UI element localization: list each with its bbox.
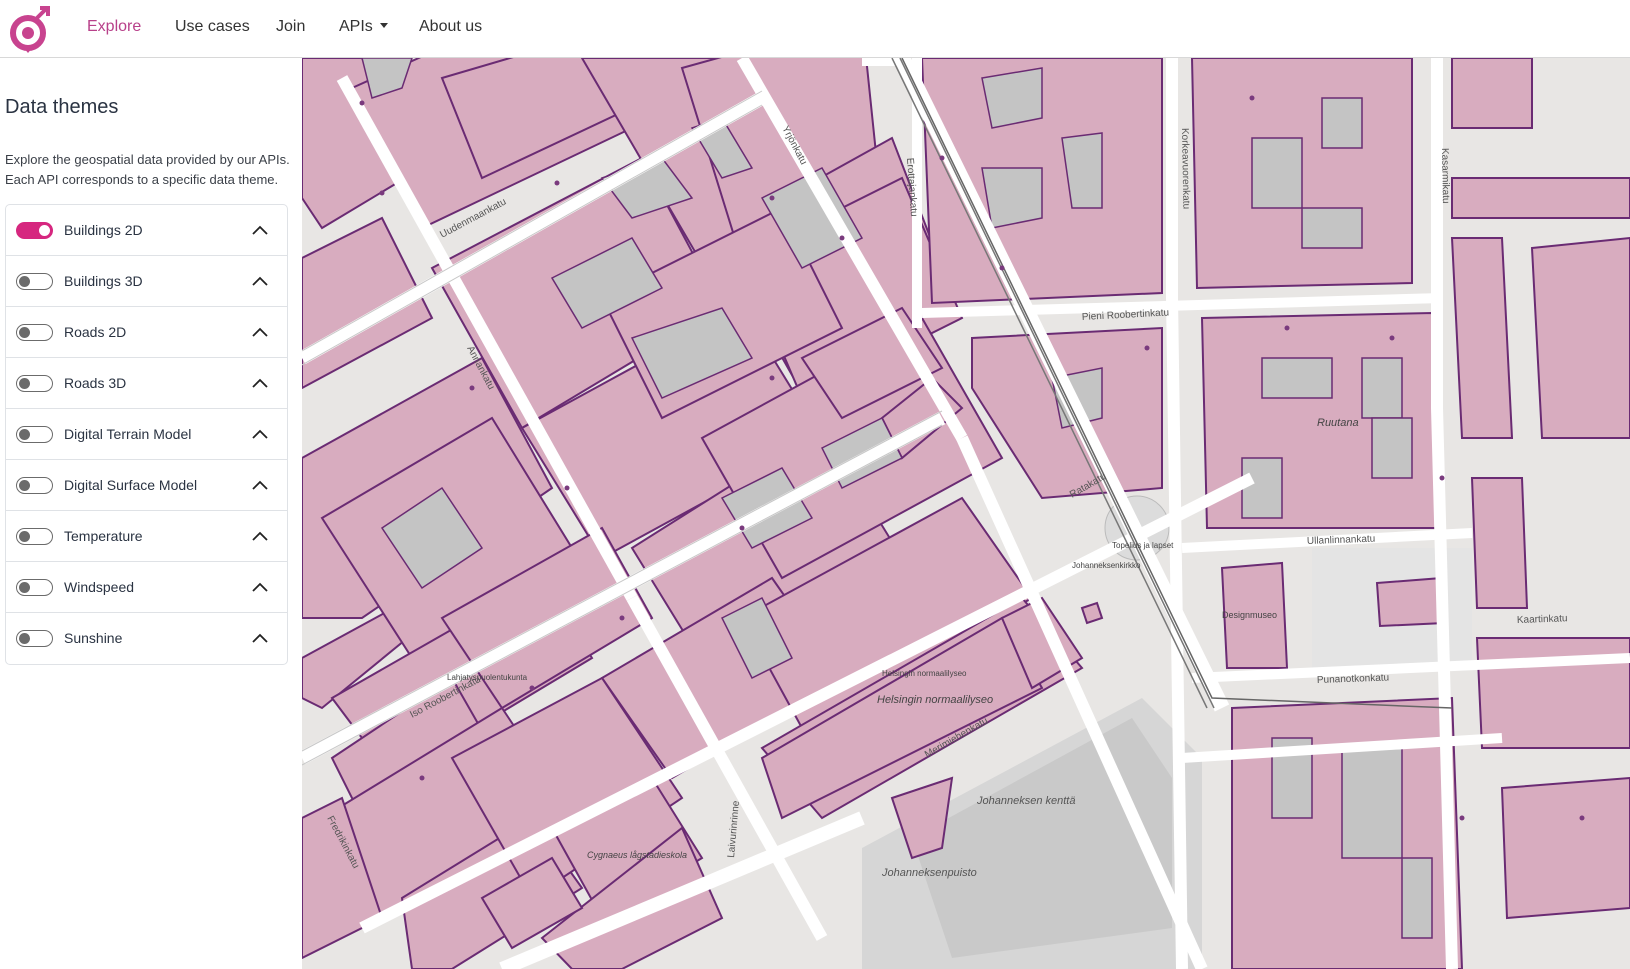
toggle-knob: [19, 632, 30, 644]
nav-explore[interactable]: Explore: [87, 18, 141, 36]
place-label-johanneksenpuisto: Johanneksenpuisto: [881, 867, 977, 879]
toggle-switch[interactable]: [16, 579, 53, 596]
chevron-up-icon[interactable]: [250, 478, 270, 492]
chevron-up-icon[interactable]: [250, 274, 270, 288]
toggle-switch[interactable]: [16, 477, 53, 494]
theme-temperature[interactable]: Temperature: [6, 511, 287, 562]
map-canvas[interactable]: Uudenmaankatu Iso Roobertinkatu Annankat…: [302, 58, 1630, 969]
nav-apis[interactable]: APIs: [339, 18, 388, 36]
theme-sunshine[interactable]: Sunshine: [6, 613, 287, 664]
theme-label: Digital Surface Model: [64, 477, 198, 493]
place-label-lahjatyspuolentukunta: Lahjatyspuolentukunta: [447, 673, 528, 682]
place-label-johanneksenkirkko: Johanneksenkirkko: [1072, 561, 1141, 570]
toggle-knob: [19, 530, 30, 542]
toggle-knob: [19, 581, 30, 593]
top-navbar: Explore Use cases Join APIs About us: [0, 0, 1630, 58]
place-label-cygnaeus: Cygnaeus lågstadieskola: [587, 850, 687, 860]
street-label-korkeavuorenkatu: Korkeavuorenkatu: [1179, 128, 1191, 209]
theme-label: Buildings 3D: [64, 273, 143, 289]
theme-label: Sunshine: [64, 630, 123, 646]
theme-digital-terrain-model[interactable]: Digital Terrain Model: [6, 409, 287, 460]
chevron-up-icon[interactable]: [250, 376, 270, 390]
theme-list: Buildings 2D Buildings 3D Roads 2D Roads…: [5, 204, 288, 665]
toggle-switch[interactable]: [16, 222, 53, 239]
theme-label: Temperature: [64, 528, 143, 544]
place-label-designmuseo: Designmuseo: [1222, 610, 1277, 620]
place-label-johanneksen-kentta: Johanneksen kenttä: [976, 795, 1075, 807]
toggle-switch[interactable]: [16, 273, 53, 290]
place-label-topelius: Topelius ja lapset: [1112, 541, 1174, 550]
chevron-up-icon[interactable]: [250, 223, 270, 237]
nav-use-cases[interactable]: Use cases: [175, 18, 250, 36]
theme-roads-3d[interactable]: Roads 3D: [6, 358, 287, 409]
street-label-kaartinkatu: Kaartinkatu: [1517, 613, 1568, 626]
chevron-up-icon[interactable]: [250, 529, 270, 543]
caret-down-icon: [379, 23, 388, 29]
theme-buildings-2d[interactable]: Buildings 2D: [6, 205, 287, 256]
place-label-ruutana: Ruutana: [1317, 417, 1359, 429]
toggle-knob: [19, 275, 30, 287]
chevron-up-icon[interactable]: [250, 580, 270, 594]
toggle-knob: [19, 428, 30, 440]
chevron-up-icon[interactable]: [250, 427, 270, 441]
toggle-knob: [19, 479, 30, 491]
toggle-switch[interactable]: [16, 630, 53, 647]
chevron-up-icon[interactable]: [250, 631, 270, 645]
theme-buildings-3d[interactable]: Buildings 3D: [6, 256, 287, 307]
app-logo-icon[interactable]: [9, 4, 51, 54]
toggle-knob: [19, 377, 30, 389]
theme-label: Windspeed: [64, 579, 135, 595]
nav-join[interactable]: Join: [276, 18, 305, 36]
sidebar-title: Data themes: [5, 96, 119, 118]
theme-windspeed[interactable]: Windspeed: [6, 562, 287, 613]
toggle-switch[interactable]: [16, 528, 53, 545]
sidebar: Data themes Explore the geospatial data …: [0, 58, 302, 969]
sidebar-description: Explore the geospatial data provided by …: [5, 152, 290, 187]
street-label-kasarmikatu: Kasarmikatu: [1439, 148, 1451, 204]
theme-label: Roads 2D: [64, 324, 127, 340]
toggle-knob: [19, 326, 30, 338]
toggle-switch[interactable]: [16, 324, 53, 341]
theme-label: Roads 3D: [64, 375, 127, 391]
theme-label: Digital Terrain Model: [64, 426, 192, 442]
toggle-switch[interactable]: [16, 375, 53, 392]
theme-label: Buildings 2D: [64, 222, 143, 238]
theme-roads-2d[interactable]: Roads 2D: [6, 307, 287, 358]
nav-about-us[interactable]: About us: [419, 18, 482, 36]
toggle-switch[interactable]: [16, 426, 53, 443]
toggle-knob: [39, 224, 50, 236]
map-view[interactable]: Uudenmaankatu Iso Roobertinkatu Annankat…: [302, 58, 1630, 969]
nav-apis-label: APIs: [339, 18, 373, 35]
place-label-helsingin-normaalilyseo: Helsingin normaalilyseo: [877, 694, 993, 706]
chevron-up-icon[interactable]: [250, 325, 270, 339]
place-label-normaalilyseo-small: Helsingin normaalilyseo: [882, 669, 967, 678]
theme-digital-surface-model[interactable]: Digital Surface Model: [6, 460, 287, 511]
